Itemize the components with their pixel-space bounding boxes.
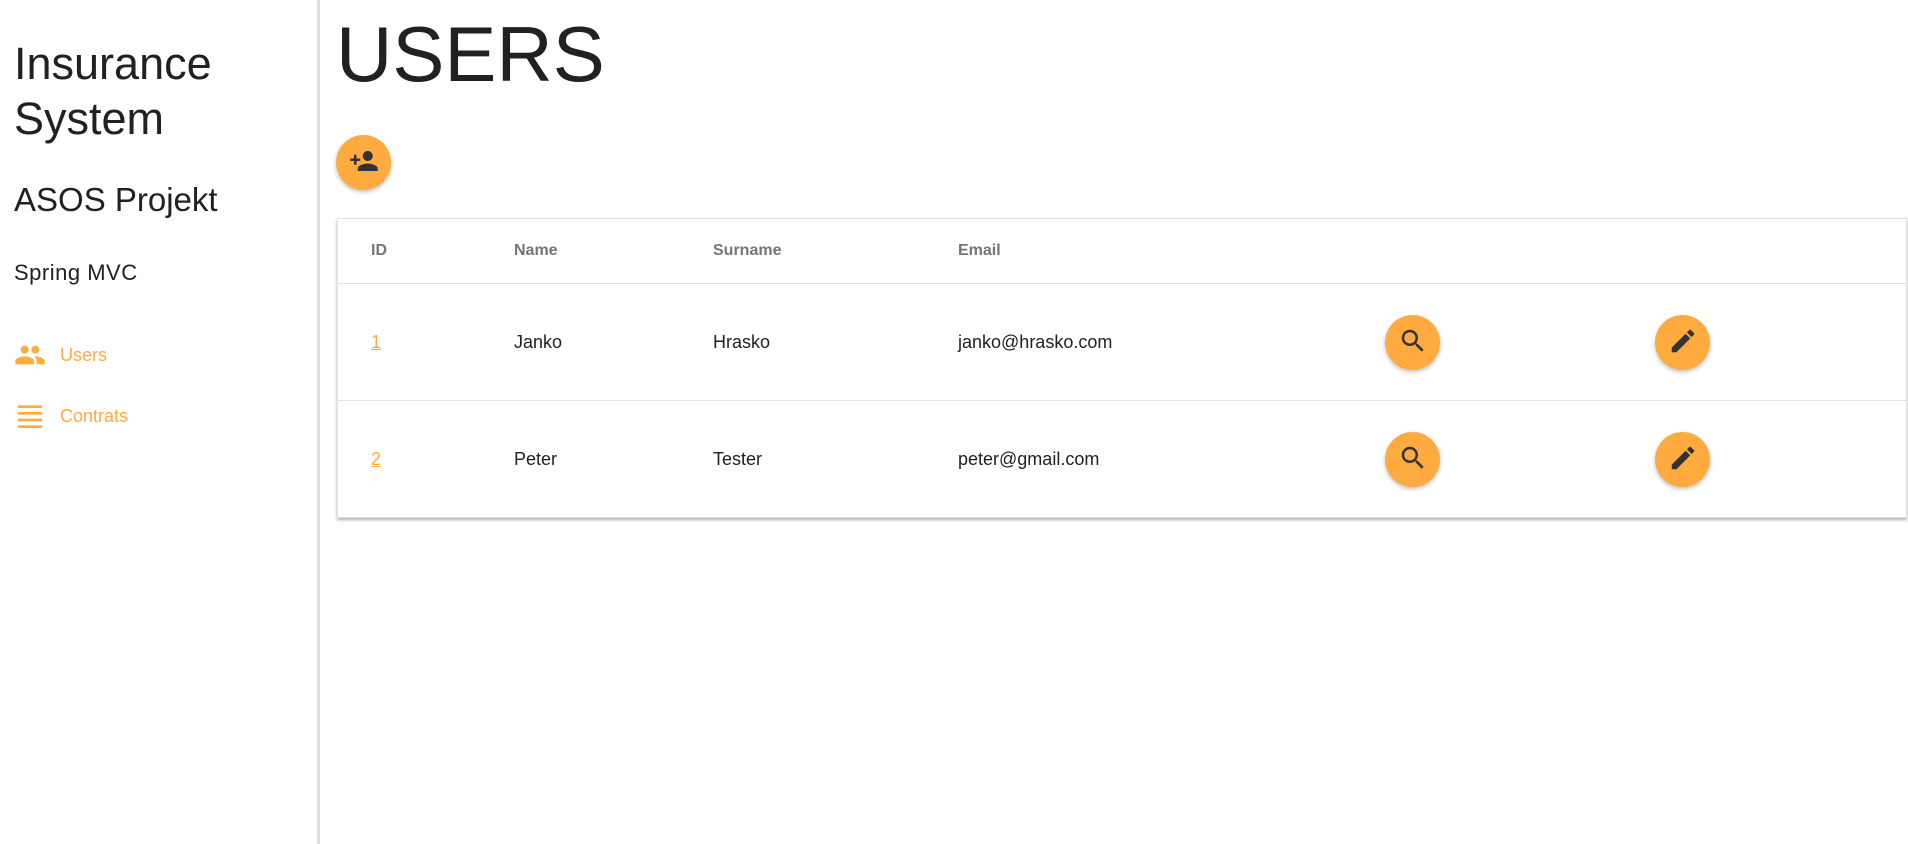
sidebar-item-label: Contrats [60, 405, 129, 426]
users-table-card: ID Name Surname Email 1 Janko Hrasko jan… [337, 218, 1907, 518]
sidebar-item-label: Users [60, 344, 108, 365]
list-icon [14, 400, 46, 432]
add-user-button[interactable] [336, 135, 391, 190]
edit-user-button[interactable] [1655, 314, 1710, 370]
header-name: Name [514, 219, 713, 284]
table-row: 2 Peter Tester peter@gmail.com [338, 401, 1906, 518]
cell-email: janko@hrasko.com [958, 283, 1385, 401]
sidebar-item-contrats[interactable]: Contrats [0, 393, 317, 439]
edit-icon [1668, 326, 1698, 359]
cell-view [1385, 283, 1655, 401]
users-table: ID Name Surname Email 1 Janko Hrasko jan… [338, 219, 1906, 517]
search-icon [1398, 443, 1428, 476]
cell-email: peter@gmail.com [958, 448, 1100, 469]
header-view [1385, 219, 1655, 284]
cell-id: 2 [338, 401, 514, 518]
cell-edit [1655, 401, 1906, 518]
main-content: USERS ID Name Surname Email 1 Janko Hras… [323, 0, 1908, 844]
header-edit [1655, 219, 1906, 284]
cell-surname: Hrasko [713, 283, 958, 401]
view-user-button[interactable] [1385, 314, 1440, 370]
person-add-icon [349, 146, 379, 179]
header-id: ID [338, 219, 514, 284]
page-title: USERS [336, 10, 605, 98]
header-email: Email [958, 219, 1385, 284]
subtitle: Spring MVC [14, 260, 138, 285]
user-id-link[interactable]: 2 [371, 449, 381, 469]
edit-user-button[interactable] [1655, 431, 1710, 487]
project-title: ASOS Projekt [14, 181, 218, 218]
view-user-button[interactable] [1385, 431, 1440, 487]
sidebar: Insurance System ASOS Projekt Spring MVC… [0, 0, 320, 844]
header-surname: Surname [713, 219, 958, 284]
sidebar-item-users[interactable]: Users [0, 332, 317, 378]
app-title: Insurance System [14, 38, 212, 144]
table-row: 1 Janko Hrasko janko@hrasko.com [338, 283, 1906, 401]
cell-name: Janko [514, 283, 713, 401]
cell-surname: Tester [713, 448, 763, 469]
cell-id: 1 [338, 283, 514, 401]
cell-edit [1655, 283, 1906, 401]
cell-name: Peter [514, 448, 558, 469]
edit-icon [1668, 443, 1698, 476]
cell-view [1385, 401, 1655, 518]
user-id-link[interactable]: 1 [371, 332, 381, 352]
search-icon [1398, 326, 1428, 359]
sidebar-nav: Users Contrats [0, 332, 317, 454]
table-header-row: ID Name Surname Email [338, 219, 1906, 284]
people-icon [14, 339, 46, 371]
